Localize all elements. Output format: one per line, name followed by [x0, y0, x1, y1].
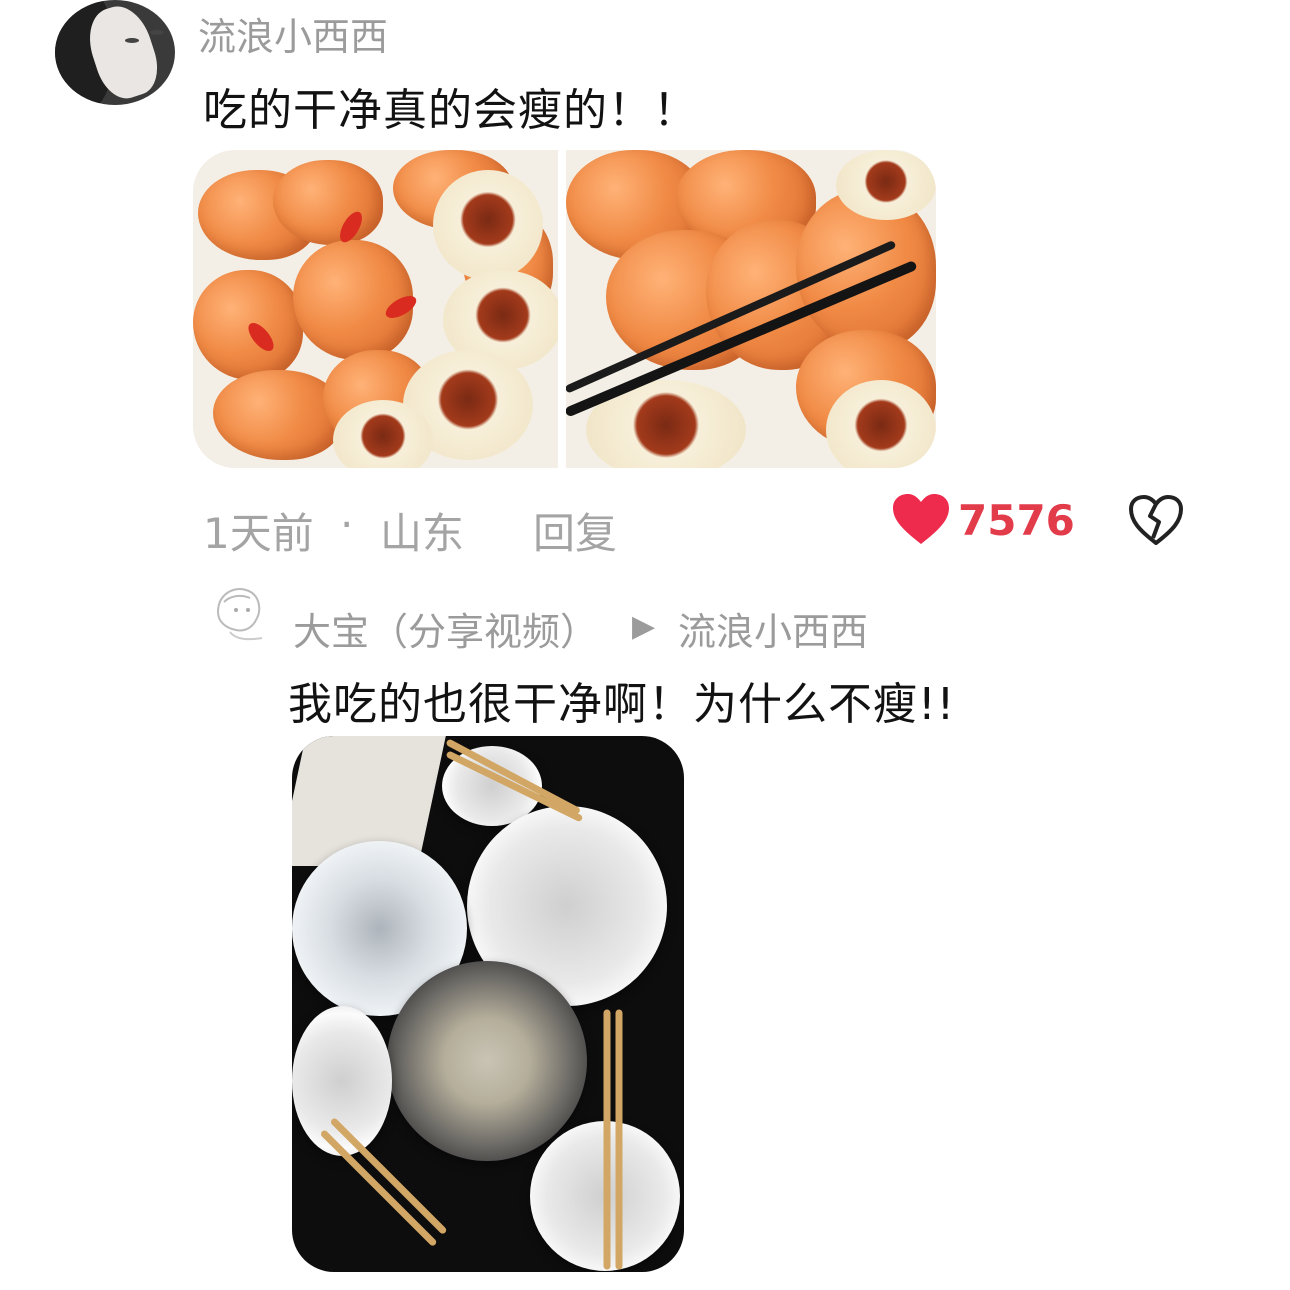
comment-image-1[interactable] [193, 150, 558, 468]
reply-button[interactable]: 回复 [533, 500, 617, 561]
reply-to-username[interactable]: 流浪小西西 [678, 601, 868, 656]
comment-time: 1天前 [203, 509, 314, 558]
reply-arrow-icon: ▶ [632, 609, 656, 644]
reply-share-tag: （分享视频） [370, 610, 599, 654]
comment-image-2[interactable] [566, 150, 936, 468]
broken-heart-icon[interactable] [1128, 494, 1184, 546]
reply-avatar[interactable] [210, 582, 272, 644]
reply-username[interactable]: 大宝 [293, 601, 369, 656]
user-avatar[interactable] [55, 0, 175, 105]
comment-text: 吃的干净真的会瘦的！！ [203, 85, 698, 136]
heart-icon[interactable] [893, 494, 949, 546]
comment-username[interactable]: 流浪小西西 [198, 6, 388, 61]
comment-location: 山东 [380, 509, 465, 558]
reply-image[interactable] [292, 736, 684, 1272]
like-count: 7576 [958, 496, 1075, 545]
meta-dot: · [340, 500, 354, 549]
reply-text: 我吃的也很干净啊！为什么不瘦!! [288, 679, 956, 730]
